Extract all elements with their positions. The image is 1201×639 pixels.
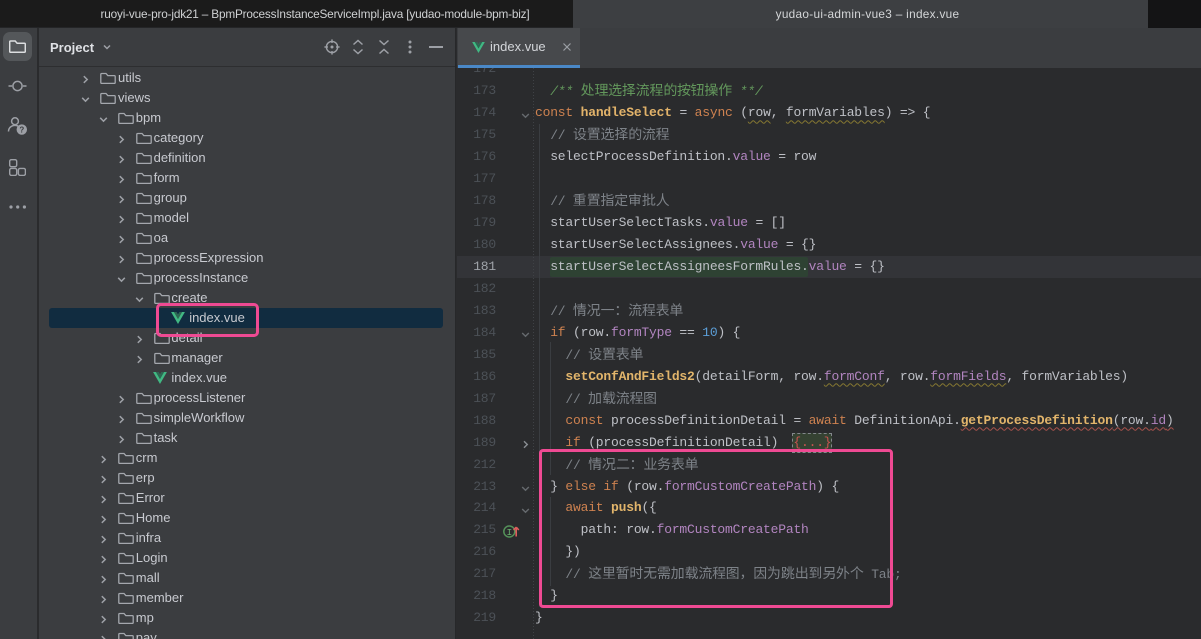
svg-text:I: I: [506, 526, 512, 537]
